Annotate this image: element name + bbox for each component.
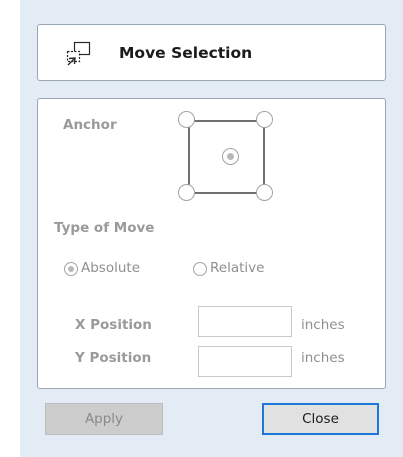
x-position-input[interactable] [198, 306, 292, 337]
move-selection-icon [66, 41, 91, 66]
relative-radio[interactable] [193, 262, 207, 276]
absolute-radio[interactable] [64, 262, 78, 276]
anchor-center-radio[interactable] [222, 148, 239, 165]
y-position-label: Y Position [75, 350, 152, 366]
y-position-unit: inches [301, 350, 345, 366]
anchor-label: Anchor [63, 117, 117, 133]
relative-label: Relative [210, 260, 265, 276]
y-position-input[interactable] [198, 346, 292, 377]
absolute-label: Absolute [81, 260, 141, 276]
x-position-label: X Position [75, 317, 152, 333]
x-position-unit: inches [301, 317, 345, 333]
panel-title: Move Selection [119, 44, 253, 62]
close-button[interactable]: Close [262, 403, 379, 435]
anchor-top-left-radio[interactable] [178, 111, 195, 128]
apply-button[interactable]: Apply [45, 403, 163, 435]
move-type-label: Type of Move [54, 220, 155, 236]
anchor-bottom-right-radio[interactable] [256, 184, 273, 201]
move-options-group: Anchor Type of Move Absolute Relative X … [37, 98, 386, 389]
anchor-bottom-left-radio[interactable] [178, 184, 195, 201]
anchor-top-right-radio[interactable] [256, 111, 273, 128]
panel-header: Move Selection [37, 24, 386, 81]
